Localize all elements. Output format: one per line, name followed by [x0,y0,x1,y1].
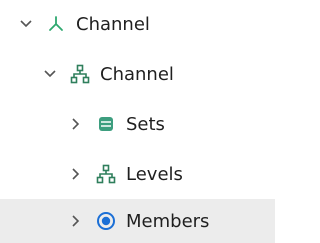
sets-icon [96,114,116,134]
chevron-right-icon[interactable] [70,117,82,131]
hierarchy-icon [96,164,116,184]
tree-item-levels[interactable]: Levels [0,152,275,196]
chevron-right-icon[interactable] [70,167,82,181]
chevron-down-icon[interactable] [20,17,32,31]
tree-item-label: Levels [126,163,183,185]
tree-item-sets[interactable]: Sets [0,102,275,146]
dimension-icon [46,14,66,34]
tree-item-label: Members [126,210,210,232]
tree-item-label: Sets [126,113,165,135]
members-icon [96,211,116,231]
tree-view: Channel Channel Sets Levels Members [0,0,275,243]
hierarchy-icon [70,64,90,84]
tree-item-channel-hierarchy[interactable]: Channel [0,52,275,96]
tree-item-members[interactable]: Members [0,199,275,243]
chevron-right-icon[interactable] [70,214,82,228]
tree-item-label: Channel [100,63,174,85]
chevron-down-icon[interactable] [44,67,56,81]
tree-item-channel-dimension[interactable]: Channel [0,2,275,46]
tree-item-label: Channel [76,13,150,35]
